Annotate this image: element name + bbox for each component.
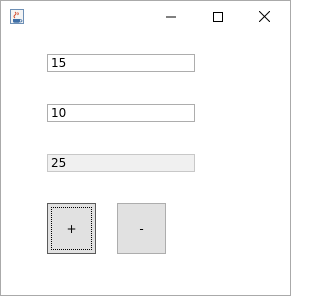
app-window: 15 10 25 + - bbox=[0, 0, 291, 296]
operand-a-input[interactable]: 15 bbox=[47, 54, 195, 72]
minimize-icon bbox=[166, 7, 176, 26]
operand-b-input[interactable]: 10 bbox=[47, 104, 195, 122]
add-button[interactable]: + bbox=[47, 203, 96, 254]
maximize-icon bbox=[213, 7, 223, 26]
close-icon bbox=[258, 7, 270, 26]
maximize-button[interactable] bbox=[195, 1, 241, 31]
result-field: 25 bbox=[47, 154, 195, 172]
minimize-button[interactable] bbox=[148, 1, 194, 31]
subtract-button-label: - bbox=[139, 221, 144, 236]
close-button[interactable] bbox=[241, 1, 287, 31]
add-button-label: + bbox=[66, 221, 77, 236]
java-app-icon[interactable] bbox=[10, 9, 24, 24]
title-bar bbox=[1, 1, 290, 31]
subtract-button[interactable]: - bbox=[117, 203, 166, 254]
